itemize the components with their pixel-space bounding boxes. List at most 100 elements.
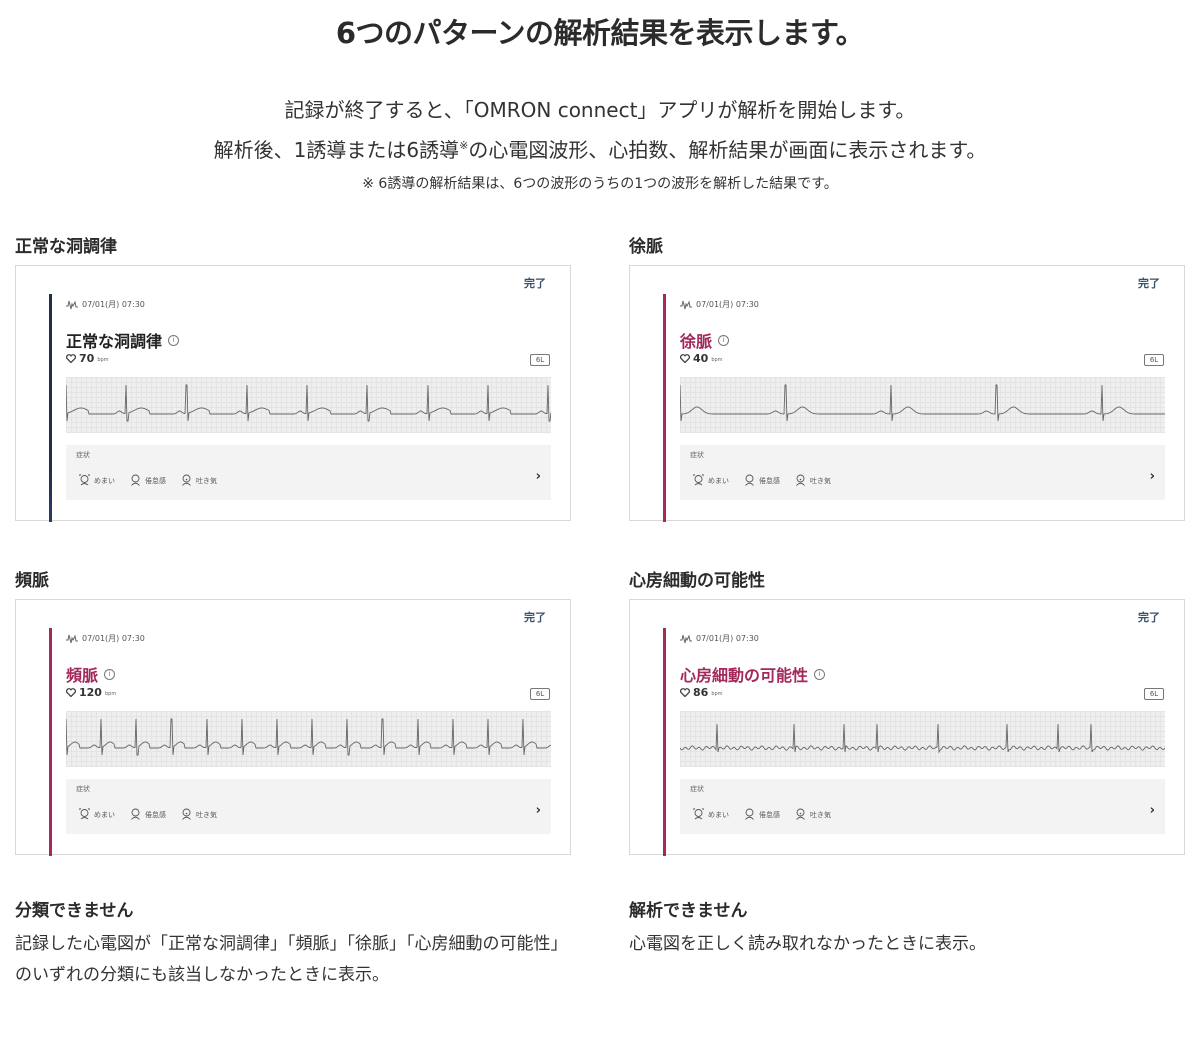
page-title: 6つのパターンの解析結果を表示します。 [335,16,865,50]
symptom-label: めまい [708,476,729,485]
result-card: 完了 07/01(月) 07:30 頻脈 i 120 bpm 6L 症状 めまい 倦… [15,599,571,856]
info-icon[interactable]: i [168,334,180,346]
done-button[interactable]: 完了 [1138,275,1160,291]
symptom-item: 倦怠感 [743,807,780,822]
result-card: 完了 07/01(月) 07:30 徐脈 i 40 bpm 6L 症状 めまい 倦怠… [629,265,1185,522]
chevron-right-icon[interactable]: › [536,803,541,818]
dizziness-icon [78,473,91,488]
heart-icon [680,354,690,363]
nausea-icon [794,473,807,488]
ecg-icon [66,633,78,643]
note-unclassified: 分類できません 記録した心電図が「正常な洞調律」「頻脈」「徐脈」「心房細動の可能… [15,899,571,991]
symptoms-panel[interactable]: 症状 めまい 倦怠感 吐き気 › [66,779,551,834]
heart-icon [66,354,76,363]
symptoms-label: 症状 [690,451,704,459]
record-datetime: 07/01(月) 07:30 [82,634,145,643]
info-icon[interactable]: i [718,334,730,346]
symptom-label: 吐き気 [810,476,831,485]
symptoms-panel[interactable]: 症状 めまい 倦怠感 吐き気 › [680,779,1165,834]
symptom-label: めまい [708,810,729,819]
symptom-label: 倦怠感 [759,476,780,485]
ecg-trace [66,718,551,756]
note-heading: 解析できません [629,901,748,921]
symptoms-label: 症状 [690,785,704,793]
intro-line-2-part-1: 解析後、1誘導または6誘導 [213,138,460,162]
heart-rate: 120 bpm [66,686,116,699]
record-meta: 07/01(月) 07:30 [66,299,145,310]
dizziness-icon [692,473,705,488]
symptom-label: 倦怠感 [759,810,780,819]
record-datetime: 07/01(月) 07:30 [696,300,759,309]
done-button[interactable]: 完了 [524,275,546,291]
symptom-list: めまい 倦怠感 吐き気 [692,807,831,822]
record-meta: 07/01(月) 07:30 [66,633,145,644]
symptoms-panel[interactable]: 症状 めまい 倦怠感 吐き気 › [66,445,551,500]
ecg-icon [66,299,78,309]
note-unreadable: 解析できません 心電図を正しく読み取れなかったときに表示。 [629,899,1185,960]
ecg-trace [680,384,1165,422]
symptom-label: めまい [94,476,115,485]
bpm-unit: bpm [104,691,117,697]
info-icon[interactable]: i [104,668,116,680]
ecg-trace [680,723,1165,754]
done-button[interactable]: 完了 [1138,609,1160,625]
symptoms-label: 症状 [76,785,90,793]
done-button[interactable]: 完了 [524,609,546,625]
chevron-right-icon[interactable]: › [1150,803,1155,818]
dizziness-icon [692,807,705,822]
nausea-icon [180,807,193,822]
info-icon[interactable]: i [814,668,826,680]
intro-line-1: 記録が終了すると、「OMRON connect」アプリが解析を開始します。 [284,98,916,122]
record-datetime: 07/01(月) 07:30 [82,300,145,309]
dizziness-icon [78,807,91,822]
accent-bar [663,294,666,522]
symptom-label: 倦怠感 [145,476,166,485]
result-label: 頻脈 i [66,662,116,686]
lead-badge[interactable]: 6L [530,354,550,366]
result-text: 正常な洞調律 [66,332,163,351]
symptoms-label: 症状 [76,451,90,459]
lead-badge[interactable]: 6L [1144,354,1164,366]
heart-icon [680,688,690,697]
fatigue-icon [129,807,142,822]
lead-badge[interactable]: 6L [1144,688,1164,700]
footnote-mark: ※ [459,139,469,152]
ecg-waveform [66,377,551,433]
lead-badge[interactable]: 6L [530,688,550,700]
symptom-item: めまい [78,807,115,822]
heart-rate: 86 bpm [680,686,723,699]
note-text: 記録した心電図が「正常な洞調律」「頻脈」「徐脈」「心房細動の可能性」のいずれの分… [15,934,559,985]
heart-icon [66,688,76,697]
heart-rate: 70 bpm [66,352,109,365]
symptom-item: 吐き気 [180,473,217,488]
section-bradycardia: 徐脈 完了 07/01(月) 07:30 徐脈 i 40 bpm 6L 症状 めま… [629,235,1185,522]
chevron-right-icon[interactable]: › [536,469,541,484]
ecg-icon [680,633,692,643]
result-text: 頻脈 [66,666,99,685]
section-heading: 頻脈 [15,571,49,591]
bpm-unit: bpm [711,357,723,363]
bpm-value: 120 [79,686,102,699]
symptom-label: 吐き気 [196,810,217,819]
symptom-item: 吐き気 [794,473,831,488]
bpm-unit: bpm [711,691,723,697]
record-meta: 07/01(月) 07:30 [680,299,759,310]
symptom-label: 吐き気 [810,810,831,819]
intro-note: ※ 6誘導の解析結果は、6つの波形のうちの1つの波形を解析した結果です。 [362,176,838,192]
nausea-icon [180,473,193,488]
symptom-item: めまい [692,473,729,488]
section-heading: 徐脈 [629,237,663,257]
result-label: 徐脈 i [680,328,730,352]
heart-rate: 40 bpm [680,352,723,365]
section-tachycardia: 頻脈 完了 07/01(月) 07:30 頻脈 i 120 bpm 6L 症状 め… [15,569,571,856]
chevron-right-icon[interactable]: › [1150,469,1155,484]
symptom-list: めまい 倦怠感 吐き気 [78,473,217,488]
result-label: 心房細動の可能性 i [680,662,826,686]
intro-line-2: 解析後、1誘導または6誘導※の心電図波形、心拍数、解析結果が画面に表示されます。 [0,128,1200,168]
ecg-waveform [680,711,1165,767]
bpm-unit: bpm [97,357,109,363]
record-meta: 07/01(月) 07:30 [680,633,759,644]
nausea-icon [794,807,807,822]
symptoms-panel[interactable]: 症状 めまい 倦怠感 吐き気 › [680,445,1165,500]
symptom-item: 吐き気 [794,807,831,822]
